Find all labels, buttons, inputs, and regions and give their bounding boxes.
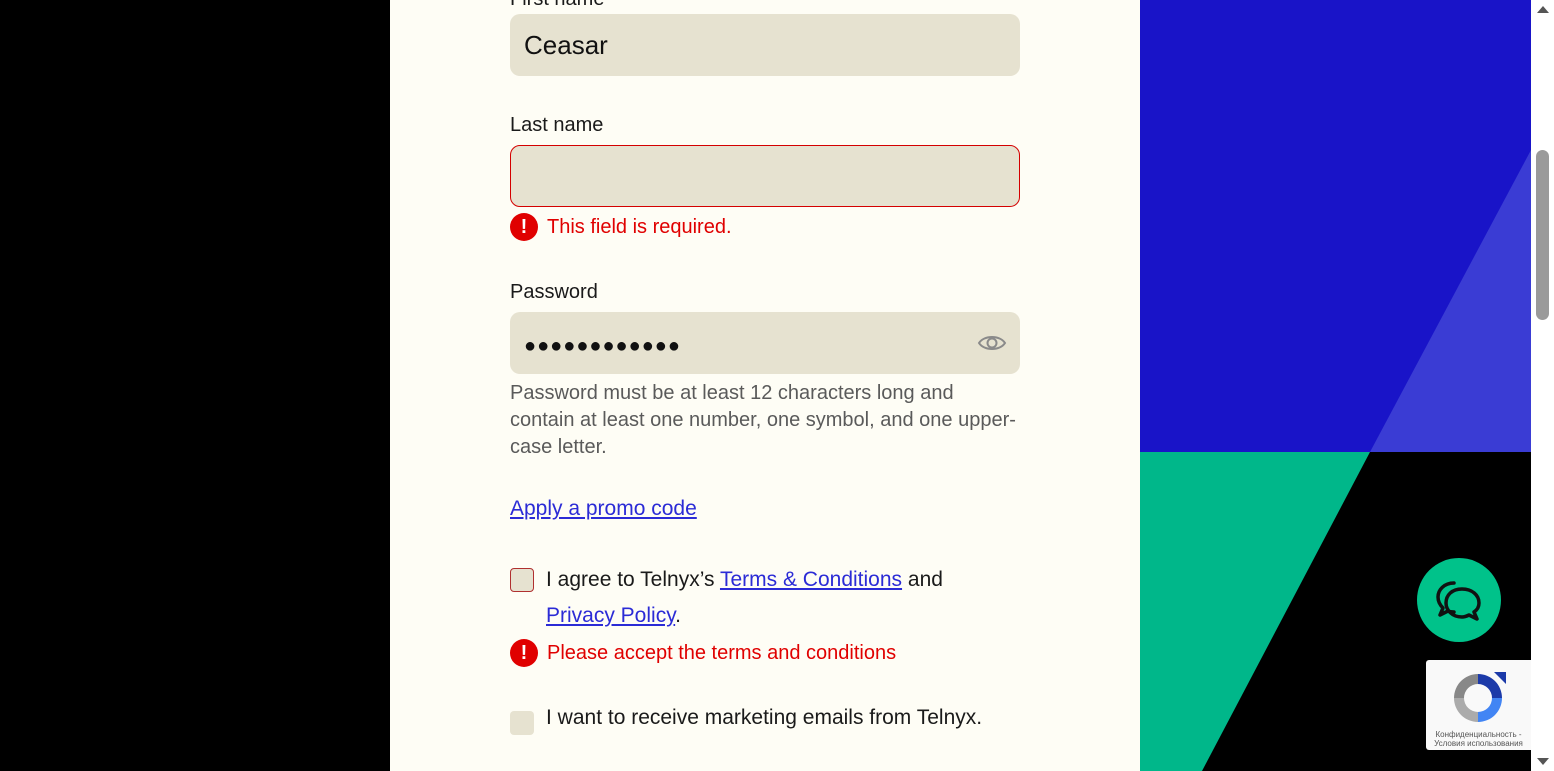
decorative-artwork [1140,0,1531,771]
scroll-thumb[interactable] [1536,150,1549,320]
terms-conditions-link[interactable]: Terms & Conditions [720,568,902,591]
scroll-down-arrow-icon[interactable] [1537,758,1549,765]
terms-label: I agree to Telnyx’s Terms & Conditions a… [546,562,943,634]
geometric-shapes [1140,0,1531,771]
terms-error-text: Please accept the terms and conditions [547,641,897,664]
privacy-policy-link[interactable]: Privacy Policy [546,604,675,627]
password-masked-value: ●●●●●●●●●●●● [524,335,681,357]
password-hint: Password must be at least 12 characters … [510,382,1016,458]
terms-checkbox[interactable] [510,568,534,592]
recaptcha-logo-icon [1454,672,1506,722]
first-name-label: First name [510,0,604,11]
chat-button[interactable] [1417,558,1501,642]
marketing-label: I want to receive marketing emails from … [546,706,983,729]
terms-prefix: I agree to Telnyx’s [546,568,715,591]
last-name-input[interactable] [510,145,1020,207]
chat-bubbles-icon [1436,581,1481,621]
signup-form-panel: First name Ceasar Last name ! This field… [390,0,1140,771]
terms-error: ! Please accept the terms and conditions [510,639,896,667]
password-label: Password [510,281,598,303]
page-scrollbar[interactable] [1531,0,1554,771]
terms-suffix: . [675,604,681,627]
last-name-error-text: This field is required. [547,215,732,238]
exclamation-circle-icon: ! [510,639,538,667]
recaptcha-badge[interactable]: Конфиденциальность - Условия использован… [1426,660,1531,750]
left-background [0,0,390,771]
exclamation-circle-icon: ! [510,213,538,241]
recaptcha-text[interactable]: Конфиденциальность - Условия использован… [1426,730,1531,748]
apply-promo-code-link[interactable]: Apply a promo code [510,497,697,521]
first-name-input[interactable]: Ceasar [510,14,1020,76]
password-input[interactable]: ●●●●●●●●●●●● [510,312,1020,374]
first-name-value: Ceasar [524,30,608,60]
last-name-error: ! This field is required. [510,213,732,241]
terms-and: and [907,568,943,591]
scroll-up-arrow-icon[interactable] [1537,6,1549,13]
marketing-checkbox[interactable] [510,711,534,735]
last-name-label: Last name [510,114,604,136]
eye-icon[interactable] [977,332,1007,354]
